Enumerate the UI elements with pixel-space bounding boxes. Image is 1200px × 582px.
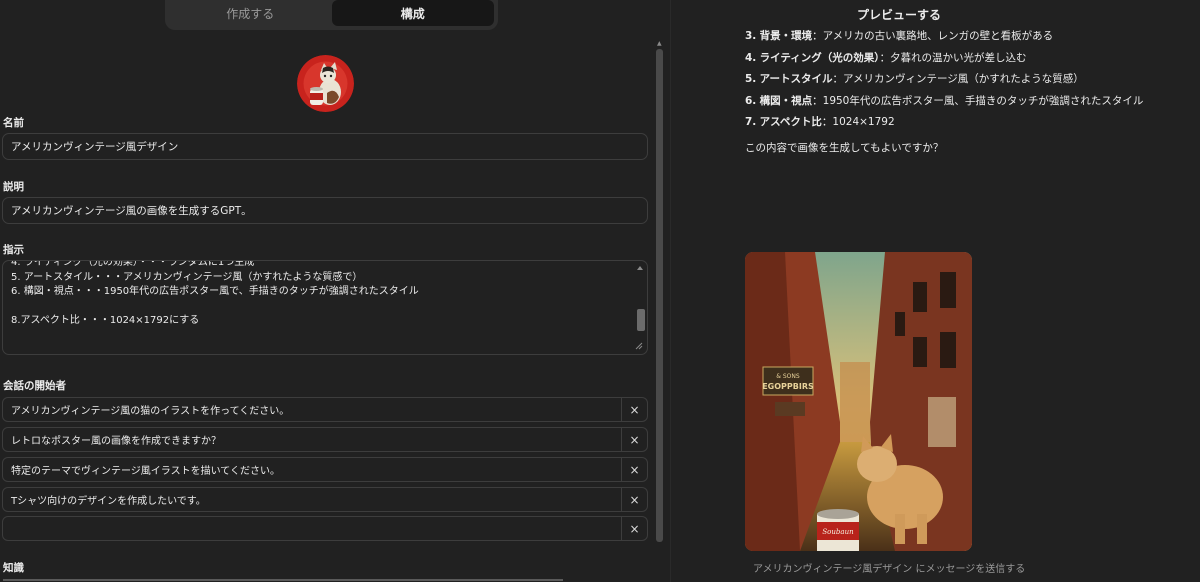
line-value: ：夕暮れの温かい光が差し込む [879,51,1027,64]
starter-row[interactable]: Tシャツ向けのデザインを作成したいです。 × [2,487,648,512]
line-value: ：アメリカンヴィンテージ風（かすれたような質感） [832,73,1084,85]
preview-panel: プレビューする 3. 背景・環境：アメリカの古い裏路地、レンガの壁と看板がある … [672,0,1200,582]
line-value: ：1024×1792 [821,116,895,128]
instructions-textarea[interactable]: 4. ライティング（光の効果）・・・ランダムに1つ生成 5. アートスタイル・・… [2,260,648,355]
line-key: アスペクト比 [759,116,822,128]
line-key: ライティング（光の効果） [759,51,880,64]
preview-line: 6. 構図・視点：1950年代の広告ポスター風、手描きのタッチが強調されたスタイ… [745,93,1143,115]
name-input[interactable]: アメリカンヴィンテージ風デザイン [2,133,648,160]
sign-text: EGOPPBIRS [762,382,814,391]
remove-starter-icon[interactable]: × [621,428,647,451]
line-number: 7. [745,116,757,128]
remove-starter-icon[interactable]: × [621,517,647,540]
starter-text[interactable]: 特定のテーマでヴィンテージ風イラストを描いてください。 [3,462,621,477]
description-input[interactable]: アメリカンヴィンテージ風の画像を生成するGPT。 [2,197,648,224]
name-input-value: アメリカンヴィンテージ風デザイン [11,141,179,153]
confirm-question: この内容で画像を生成してもよいですか？ [745,142,944,154]
starter-text[interactable]: レトロなポスター風の画像を作成できますか？ [3,432,621,447]
description-label: 説明 [3,181,24,193]
preview-line: 4. ライティング（光の効果）：夕暮れの温かい光が差し込む [745,50,1143,72]
line-number: 4. [745,51,757,64]
instructions-line: 5. アートスタイル・・・アメリカンヴィンテージ風（かすれたような質感で） [11,271,363,283]
message-input-placeholder: アメリカンヴィンテージ風デザイン にメッセージを送信する [753,564,1026,575]
instructions-line: 4. ライティング（光の効果）・・・ランダムに1つ生成 [11,260,255,268]
instructions-label: 指示 [3,244,24,256]
line-number: 3. [745,30,757,42]
instructions-line: 8.アスペクト比・・・1024×1792にする [11,315,200,326]
panel-scroll-thumb[interactable] [656,49,663,542]
starter-row[interactable]: レトロなポスター風の画像を作成できますか？ × [2,427,648,452]
panel-scrollbar[interactable]: ▲ [655,40,665,542]
line-key: 背景・環境 [759,30,813,42]
line-value: ：1950年代の広告ポスター風、手描きのタッチが強調されたスタイル [812,94,1144,107]
line-value: ：アメリカの古い裏路地、レンガの壁と看板がある [812,30,1054,42]
starter-row[interactable]: アメリカンヴィンテージ風の猫のイラストを作ってください。 × [2,397,648,422]
mode-tabs: 作成する 構成 [165,0,498,30]
preview-line: 5. アートスタイル：アメリカンヴィンテージ風（かすれたような質感） [745,71,1143,93]
starter-row-empty[interactable]: × [2,516,648,541]
instructions-scroll-thumb[interactable] [637,309,645,331]
instructions-line: 6. 構図・視点・・・1950年代の広告ポスター風で、手描きのタッチが強調された… [11,286,419,297]
starter-text[interactable]: アメリカンヴィンテージ風の猫のイラストを作ってください。 [3,402,621,417]
sign-text: & SONS [776,373,800,380]
resize-grip-icon[interactable] [635,342,643,350]
remove-starter-icon[interactable]: × [621,458,647,481]
tab-create[interactable]: 作成する [169,0,332,26]
instructions-line [11,300,631,315]
can-label-text: Soubaun [822,528,854,536]
line-key: 構図・視点 [759,94,813,107]
generated-image[interactable]: & SONS EGOPPBIRS Soubaun [745,252,972,551]
description-input-value: アメリカンヴィンテージ風の画像を生成するGPT。 [11,205,252,217]
configure-panel: 作成する 構成 名前 アメリカンヴィンテージ風デザイン 説明 アメリカンヴィンテ… [0,0,671,582]
gpt-avatar[interactable] [297,55,354,112]
remove-starter-icon[interactable]: × [621,398,647,421]
line-key: アートスタイル [759,73,833,85]
preview-line: 7. アスペクト比：1024×1792 [745,114,1143,136]
instructions-text: 4. ライティング（光の効果）・・・ランダムに1つ生成 5. アートスタイル・・… [11,260,631,329]
preview-line: 3. 背景・環境：アメリカの古い裏路地、レンガの壁と看板がある [745,28,1143,50]
preview-title: プレビューする [856,8,941,22]
tab-configure[interactable]: 構成 [331,0,494,26]
knowledge-label: 知識 [3,562,24,574]
remove-starter-icon[interactable]: × [621,488,647,511]
line-number: 5. [745,73,757,85]
conversation-starters-label: 会話の開始者 [3,380,66,392]
preview-message: 3. 背景・環境：アメリカの古い裏路地、レンガの壁と看板がある 4. ライティン… [745,28,1143,136]
scroll-up-icon[interactable]: ▲ [657,40,662,47]
knowledge-description-cut [3,576,650,582]
starter-text[interactable]: Tシャツ向けのデザインを作成したいです。 [3,492,621,507]
scroll-up-icon[interactable] [636,264,644,272]
line-number: 6. [745,94,757,107]
name-label: 名前 [3,117,24,129]
message-input[interactable]: アメリカンヴィンテージ風デザイン にメッセージを送信する [745,560,1185,582]
starter-row[interactable]: 特定のテーマでヴィンテージ風イラストを描いてください。 × [2,457,648,482]
